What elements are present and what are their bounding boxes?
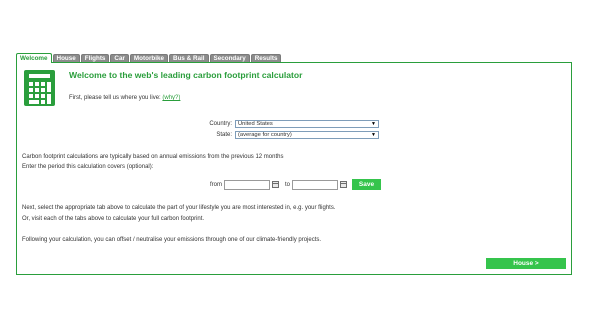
calculator-icon — [24, 70, 55, 106]
to-date-input[interactable] — [292, 180, 338, 190]
calendar-icon[interactable] — [340, 181, 347, 188]
from-label: from — [210, 182, 222, 188]
why-link[interactable]: (why?) — [162, 95, 180, 101]
instruction-offset: Following your calculation, you can offs… — [22, 237, 322, 243]
instruction-visit-tabs: Or, visit each of the tabs above to calc… — [22, 216, 205, 222]
state-label: State: — [216, 132, 232, 138]
next-house-button[interactable]: House > — [486, 258, 566, 269]
intro-text: First, please tell us where you live: (w… — [69, 95, 180, 101]
from-date-input[interactable] — [224, 180, 270, 190]
welcome-panel: Welcome to the web's leading carbon foot… — [16, 62, 572, 275]
period-instruction: Enter the period this calculation covers… — [22, 164, 154, 170]
state-select[interactable]: (average for country) ▼ — [235, 131, 379, 139]
country-select[interactable]: United States ▼ — [235, 120, 379, 128]
chevron-down-icon: ▼ — [371, 121, 376, 127]
country-value: United States — [238, 121, 273, 127]
chevron-down-icon: ▼ — [371, 132, 376, 138]
period-note: Carbon footprint calculations are typica… — [22, 154, 284, 160]
tab-welcome[interactable]: Welcome — [16, 53, 52, 63]
country-label: Country: — [209, 121, 232, 127]
instruction-select-tab: Next, select the appropriate tab above t… — [22, 205, 336, 211]
state-value: (average for country) — [238, 132, 292, 138]
to-label: to — [284, 182, 290, 188]
calendar-icon[interactable] — [272, 181, 279, 188]
page-title: Welcome to the web's leading carbon foot… — [69, 70, 303, 80]
save-button[interactable]: Save — [352, 179, 381, 190]
intro-label: First, please tell us where you live: — [69, 95, 161, 101]
